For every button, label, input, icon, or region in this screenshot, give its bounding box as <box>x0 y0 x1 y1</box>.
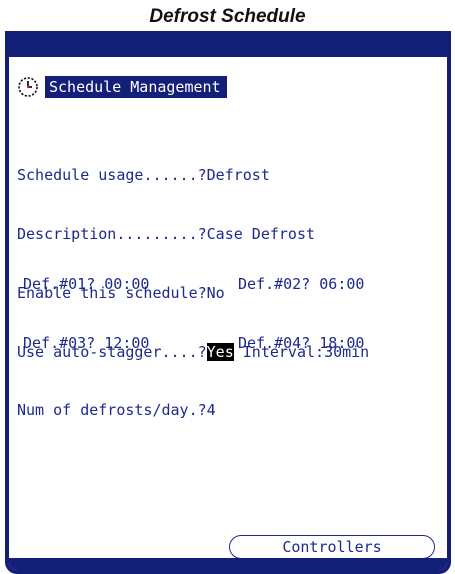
defrost-entry[interactable]: Def.#04? 18:00 <box>238 333 447 354</box>
clock-icon <box>18 77 38 97</box>
defrost-label: Def.#03? <box>23 333 96 352</box>
defrost-entry[interactable]: Def.#02? 06:00 <box>238 275 447 295</box>
controller-display: 20/04/06 Alarm! 11:31:07 Schedule Manage… <box>5 31 451 574</box>
screen-header: Schedule Management <box>17 73 227 101</box>
defrost-times: Def.#01? 00:00 Def.#02? 06:00 Def.#03? 1… <box>23 236 447 393</box>
status-time: 11:31:07 <box>382 103 451 121</box>
field-value[interactable]: 4 <box>207 401 216 419</box>
screen-caption: Defrost Schedule <box>149 6 306 27</box>
defrost-label: Def.#01? <box>23 275 96 294</box>
defrost-entry[interactable]: Def.#03? 12:00 <box>23 334 238 354</box>
defrost-time[interactable]: 12:00 <box>104 334 149 352</box>
defrost-row: Def.#01? 00:00 Def.#02? 06:00 <box>23 275 447 295</box>
field-label: Schedule usage......? <box>17 166 207 185</box>
bottom-bar <box>9 558 447 570</box>
defrost-row: Def.#03? 12:00 Def.#04? 18:00 <box>23 333 447 354</box>
field-schedule-usage[interactable]: Schedule usage......?Defrost <box>17 166 369 186</box>
defrost-label: Def.#04? <box>238 333 311 352</box>
page-title: Schedule Management <box>45 76 227 98</box>
controllers-button[interactable]: Controllers <box>229 535 435 559</box>
field-value[interactable]: Defrost <box>207 166 270 184</box>
field-num-defrosts[interactable]: Num of defrosts/day.?4 <box>17 401 369 421</box>
defrost-entry[interactable]: Def.#01? 00:00 <box>23 275 238 295</box>
defrost-label: Def.#02? <box>238 275 311 294</box>
defrost-time[interactable]: 00:00 <box>104 275 149 293</box>
status-bar: 20/04/06 Alarm! 11:31:07 <box>9 35 447 121</box>
defrost-time[interactable]: 18:00 <box>319 334 364 352</box>
defrost-time[interactable]: 06:00 <box>319 275 364 293</box>
field-label: Num of defrosts/day.? <box>17 401 207 420</box>
